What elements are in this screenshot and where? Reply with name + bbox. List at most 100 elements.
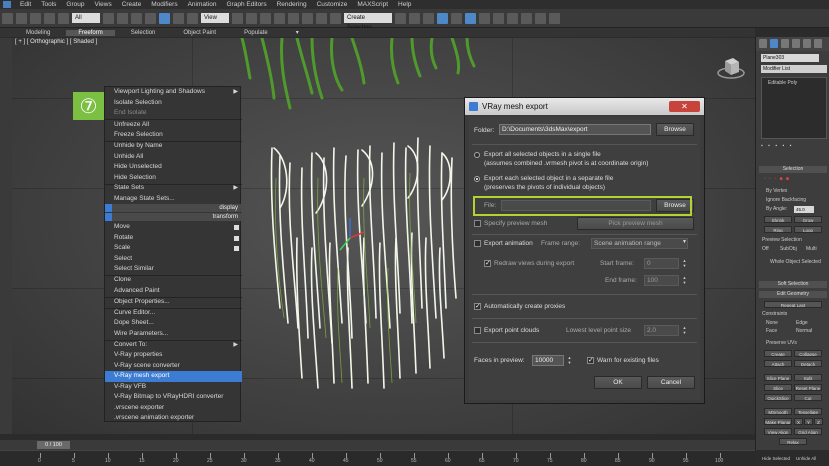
frame-range-select[interactable]: Scene animation range	[591, 238, 688, 249]
cancel-button[interactable]: Cancel	[647, 376, 695, 389]
lowest-level-field[interactable]: 2.0	[644, 325, 679, 336]
menu-item-manage-state-sets[interactable]: Manage State Sets...	[105, 194, 242, 205]
menu-item-vrscene-exporter[interactable]: .vrscene exporter	[105, 403, 242, 414]
lowest-level-spinner[interactable]: ▲ ▼	[682, 325, 687, 336]
ring-button[interactable]: Ring	[764, 226, 792, 233]
object-name-field[interactable]: Plane303	[761, 54, 819, 62]
reference-coordinate-dropdown[interactable]: View	[201, 13, 229, 23]
menu-item-convert-to[interactable]: Convert To: ▶	[105, 340, 242, 351]
bind-space-warp-icon[interactable]	[58, 12, 69, 24]
schematic-view-icon[interactable]	[465, 12, 476, 24]
teapot-render-icon[interactable]	[535, 12, 546, 24]
create-button[interactable]: Create	[764, 350, 792, 357]
by-vertex-label[interactable]: By Vertex	[766, 188, 787, 194]
ribbon-options-icon[interactable]: ▾	[284, 29, 311, 36]
tab-populate[interactable]: Populate	[232, 30, 280, 36]
loop-button[interactable]: Loop	[794, 226, 822, 233]
soft-selection-rollout[interactable]: Soft Selection	[759, 281, 827, 288]
menu-create[interactable]: Create	[122, 1, 142, 8]
attach-button[interactable]: Attach	[764, 360, 792, 367]
graphite-ribbon-icon[interactable]	[437, 12, 448, 24]
select-and-move-icon[interactable]	[159, 12, 170, 24]
by-angle-label[interactable]: By Angle:	[766, 206, 787, 212]
curve-editor-icon[interactable]	[451, 12, 462, 24]
constraint-edge-radio[interactable]: Edge	[796, 320, 808, 326]
stack-item-editable-poly[interactable]: Editable Poly	[768, 80, 797, 86]
unlink-icon[interactable]	[44, 12, 55, 24]
grow-button[interactable]: Grow	[794, 216, 822, 223]
preview-subobj-radio[interactable]: SubObj	[780, 246, 797, 252]
menu-maxscript[interactable]: MAXScript	[357, 1, 388, 8]
menu-item-vrscene-animation-exporter[interactable]: .vrscene animation exporter	[105, 413, 242, 424]
pick-preview-button[interactable]: Pick preview mesh	[577, 217, 694, 230]
menu-item-dope-sheet[interactable]: Dope Sheet...	[105, 318, 242, 329]
reset-plane-button[interactable]: Reset Plane	[794, 384, 822, 391]
faces-in-preview-field[interactable]: 10000	[532, 355, 564, 366]
hide-selected-button[interactable]: Hide Selected	[762, 456, 790, 461]
collapse-button[interactable]: Collapse	[794, 350, 822, 357]
modifier-list-dropdown[interactable]: Modifier List	[761, 65, 827, 73]
repeat-last-button[interactable]: Repeat Last	[764, 301, 822, 308]
msmooth-button[interactable]: MSmooth	[764, 408, 792, 415]
menu-item-unhide-all[interactable]: Unhide All	[105, 152, 242, 163]
menu-item-viewport-lighting[interactable]: Viewport Lighting and Shadows ▶	[105, 87, 242, 98]
undo-icon[interactable]	[2, 12, 13, 24]
ok-button[interactable]: OK	[594, 376, 642, 389]
view-align-button[interactable]: View Align	[764, 428, 792, 435]
keyboard-shortcut-icon[interactable]	[260, 12, 271, 24]
percent-snap-icon[interactable]	[302, 12, 313, 24]
menu-animation[interactable]: Animation	[188, 1, 217, 8]
menu-item-clone[interactable]: Clone	[105, 275, 242, 286]
menu-item-end-isolate[interactable]: End Isolate	[105, 108, 242, 119]
select-manipulate-icon[interactable]	[246, 12, 257, 24]
menu-tools[interactable]: Tools	[41, 1, 56, 8]
slice-button[interactable]: Slice	[764, 384, 792, 391]
menu-item-select-similar[interactable]: Select Similar	[105, 264, 242, 275]
faces-in-preview-spinner[interactable]: ▲ ▼	[567, 355, 572, 366]
end-frame-field[interactable]: 100	[644, 275, 679, 286]
select-and-rotate-icon[interactable]	[173, 12, 184, 24]
settings-box-icon[interactable]	[234, 246, 239, 251]
tab-object-paint[interactable]: Object Paint	[171, 30, 228, 36]
time-slider[interactable]: 0 / 100	[37, 441, 70, 449]
snaps-toggle-icon[interactable]	[274, 12, 285, 24]
motion-tab-icon[interactable]	[792, 39, 800, 48]
select-by-name-icon[interactable]	[117, 12, 128, 24]
tab-freeform[interactable]: Freeform	[66, 29, 115, 36]
selection-rollout[interactable]: Selection	[759, 166, 827, 173]
gizmo-x-axis[interactable]	[349, 231, 365, 239]
create-tab-icon[interactable]	[759, 39, 767, 48]
menu-item-unfreeze-all[interactable]: Unfreeze All	[105, 120, 242, 131]
redo-icon[interactable]	[16, 12, 27, 24]
menu-item-hide-unselected[interactable]: Hide Unselected	[105, 162, 242, 173]
vray-frame-buffer-icon[interactable]	[549, 12, 560, 24]
pivot-center-icon[interactable]	[232, 12, 243, 24]
viewport-label[interactable]: [ + ] [ Orthographic ] [ Shaded ]	[15, 39, 97, 45]
menu-item-select[interactable]: Select	[105, 254, 242, 265]
edit-named-selection-icon[interactable]	[330, 12, 341, 24]
menu-item-scale[interactable]: Scale	[105, 243, 242, 254]
make-planar-button[interactable]: Make Planar	[764, 418, 792, 425]
folder-browse-button[interactable]: Browse	[656, 123, 694, 136]
menu-graph-editors[interactable]: Graph Editors	[227, 1, 267, 8]
select-object-icon[interactable]	[103, 12, 114, 24]
menu-item-object-properties[interactable]: Object Properties...	[105, 297, 242, 308]
slice-plane-button[interactable]: Slice Plane	[764, 374, 792, 381]
unhide-all-button[interactable]: Unhide All	[796, 456, 816, 461]
subobject-level-icons[interactable]: ▫ ▫ ▫ ■ ■	[764, 176, 790, 182]
tab-selection[interactable]: Selection	[119, 30, 168, 36]
spinner-snap-icon[interactable]	[316, 12, 327, 24]
menu-item-advanced-paint[interactable]: Advanced Paint	[105, 286, 242, 297]
auto-proxies-checkbox[interactable]	[474, 302, 481, 310]
detach-button[interactable]: Detach	[794, 360, 822, 367]
export-point-clouds-checkbox[interactable]	[474, 327, 481, 334]
planar-z-button[interactable]: Z	[814, 418, 823, 425]
settings-box-icon[interactable]	[234, 225, 239, 230]
menu-views[interactable]: Views	[94, 1, 111, 8]
stack-buttons[interactable]: ▪ ▪ ▪ ▪ ▪	[761, 143, 793, 149]
menu-edit[interactable]: Edit	[20, 1, 31, 8]
warn-existing-checkbox[interactable]	[587, 356, 594, 364]
material-editor-icon[interactable]	[479, 12, 490, 24]
menu-rendering[interactable]: Rendering	[277, 1, 307, 8]
menu-help[interactable]: Help	[398, 1, 411, 8]
